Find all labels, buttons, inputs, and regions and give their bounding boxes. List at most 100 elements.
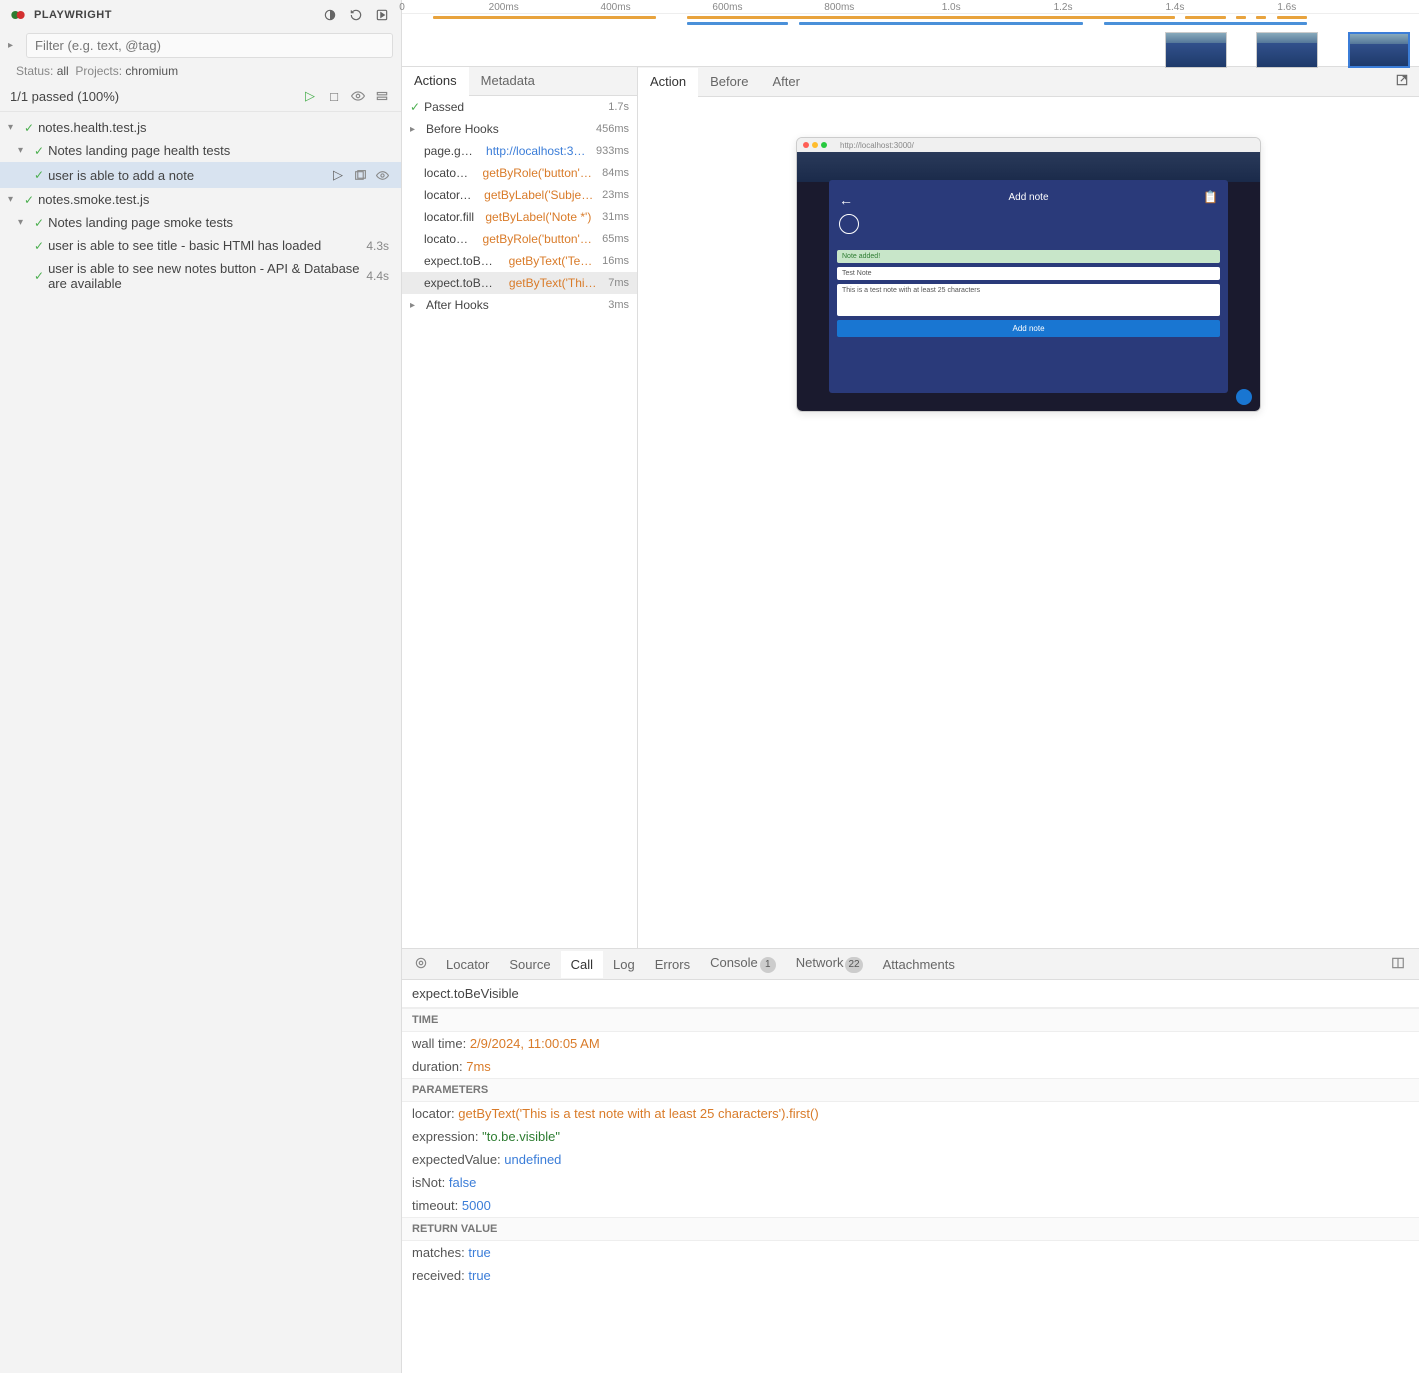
browser-url: http://localhost:3000/ <box>840 141 914 150</box>
summary-row: 1/1 passed (100%) ▷ □ <box>0 81 401 112</box>
action-hook[interactable]: ▸ After Hooks 3ms <box>402 294 637 316</box>
action-step[interactable]: locator.fill getByLabel('Subject') 23ms <box>402 184 637 206</box>
timeline-thumb-active[interactable] <box>1348 32 1410 68</box>
run-test-icon[interactable]: ▷ <box>329 166 347 184</box>
details-panel: Locator Source Call Log Errors Console1 … <box>402 948 1419 1373</box>
tab-source[interactable]: Source <box>499 951 560 978</box>
tab-network[interactable]: Network22 <box>786 949 873 979</box>
tree-suite[interactable]: ▾ ✓ Notes landing page smoke tests <box>0 211 401 234</box>
action-passed[interactable]: ✓ Passed 1.7s <box>402 96 637 118</box>
tab-action[interactable]: Action <box>638 68 698 97</box>
browser-mockup: http://localhost:3000/ ← Add note 📋 <box>796 137 1261 412</box>
section-return: RETURN VALUE <box>402 1217 1419 1241</box>
action-step-selected[interactable]: expect.toBeVisible getByText('This is a … <box>402 272 637 294</box>
action-step[interactable]: page.goto http://localhost:3000 933ms <box>402 140 637 162</box>
status-value[interactable]: all <box>57 64 69 78</box>
watch-icon[interactable] <box>349 87 367 105</box>
section-parameters: PARAMETERS <box>402 1078 1419 1102</box>
actions-panel: Actions Metadata ✓ Passed 1.7s ▸ Before … <box>402 67 638 948</box>
app-header <box>797 152 1260 182</box>
pick-locator-icon[interactable] <box>406 950 436 979</box>
timeline-thumb[interactable] <box>1256 32 1318 68</box>
pass-icon: ✓ <box>410 100 420 114</box>
status-label: Status: <box>16 64 53 78</box>
clipboard-icon: 📋 <box>1203 190 1218 204</box>
middle-area: Actions Metadata ✓ Passed 1.7s ▸ Before … <box>402 67 1419 948</box>
return-received: received: true <box>402 1264 1419 1287</box>
console-badge: 1 <box>760 957 776 973</box>
pass-icon: ✓ <box>34 269 44 283</box>
test-tree: ▾ ✓ notes.health.test.js ▾ ✓ Notes landi… <box>0 112 401 1373</box>
tree-file[interactable]: ▾ ✓ notes.health.test.js <box>0 116 401 139</box>
pass-icon: ✓ <box>24 121 34 135</box>
stop-icon[interactable]: □ <box>325 87 343 105</box>
suite-name: Notes landing page smoke tests <box>48 215 233 230</box>
test-name: user is able to see new notes button - A… <box>48 261 362 291</box>
tree-suite[interactable]: ▾ ✓ Notes landing page health tests <box>0 139 401 162</box>
pass-icon: ✓ <box>24 193 34 207</box>
param-expected: expectedValue: undefined <box>402 1148 1419 1171</box>
pass-icon: ✓ <box>34 168 44 182</box>
tab-metadata[interactable]: Metadata <box>469 67 547 95</box>
test-duration: 4.4s <box>366 269 393 283</box>
split-view-icon[interactable] <box>1381 950 1415 979</box>
show-trace-icon[interactable] <box>351 166 369 184</box>
run-last-icon[interactable] <box>373 6 391 24</box>
tree-test[interactable]: ✓ user is able to add a note ▷ <box>0 162 401 188</box>
preview-panel: Action Before After http://localhost:300… <box>638 67 1419 948</box>
tab-log[interactable]: Log <box>603 951 645 978</box>
pass-icon: ✓ <box>34 144 44 158</box>
success-banner: Note added! <box>837 250 1220 263</box>
action-hook[interactable]: ▸ Before Hooks 456ms <box>402 118 637 140</box>
add-note-button: Add note <box>837 320 1220 337</box>
timeline-ruler: 0 200ms 400ms 600ms 800ms 1.0s 1.2s 1.4s… <box>402 0 1419 14</box>
action-step[interactable]: locator.click getByRole('button', { nam…… <box>402 228 637 250</box>
watch-test-icon[interactable] <box>373 166 391 184</box>
chevron-right-icon: ▸ <box>410 124 422 135</box>
chevron-down-icon: ▾ <box>18 217 30 228</box>
duration-row: duration: 7ms <box>402 1055 1419 1078</box>
collapse-icon[interactable] <box>373 87 391 105</box>
action-list: ✓ Passed 1.7s ▸ Before Hooks 456ms page.… <box>402 96 637 948</box>
run-all-icon[interactable]: ▷ <box>301 87 319 105</box>
tab-errors[interactable]: Errors <box>645 951 700 978</box>
timeline-thumb[interactable] <box>1165 32 1227 68</box>
filter-expand-icon[interactable]: ▸ <box>8 40 20 51</box>
tab-before[interactable]: Before <box>698 68 760 95</box>
summary-text: 1/1 passed (100%) <box>10 89 301 104</box>
popout-icon[interactable] <box>1385 67 1419 96</box>
filter-input[interactable] <box>26 33 393 58</box>
fab-icon <box>1236 389 1252 405</box>
tree-test[interactable]: ✓ user is able to see new notes button -… <box>0 257 401 295</box>
tab-locator[interactable]: Locator <box>436 951 499 978</box>
section-time: TIME <box>402 1008 1419 1032</box>
suite-name: Notes landing page health tests <box>48 143 230 158</box>
tree-file[interactable]: ▾ ✓ notes.smoke.test.js <box>0 188 401 211</box>
reload-icon[interactable] <box>347 6 365 24</box>
preview-body: http://localhost:3000/ ← Add note 📋 <box>638 97 1419 948</box>
return-matches: matches: true <box>402 1241 1419 1264</box>
left-header: PLAYWRIGHT <box>0 0 401 30</box>
tab-call[interactable]: Call <box>561 951 603 978</box>
playwright-logo-icon <box>10 7 26 23</box>
projects-value[interactable]: chromium <box>125 64 178 78</box>
projects-label: Projects: <box>75 64 122 78</box>
tab-console[interactable]: Console1 <box>700 949 786 979</box>
action-step[interactable]: locator.fill getByLabel('Note *') 31ms <box>402 206 637 228</box>
tab-after[interactable]: After <box>760 68 811 95</box>
param-timeout: timeout: 5000 <box>402 1194 1419 1217</box>
details-tabbar: Locator Source Call Log Errors Console1 … <box>402 949 1419 980</box>
status-row: Status: all Projects: chromium <box>0 61 401 81</box>
tree-test[interactable]: ✓ user is able to see title - basic HTMl… <box>0 234 401 257</box>
test-list-panel: PLAYWRIGHT ▸ Status: all Projects: chrom… <box>0 0 402 1373</box>
action-step[interactable]: expect.toBeVisible getByText('Test Not… … <box>402 250 637 272</box>
traffic-green-icon <box>821 142 827 148</box>
theme-toggle-icon[interactable] <box>321 6 339 24</box>
timeline[interactable]: 0 200ms 400ms 600ms 800ms 1.0s 1.2s 1.4s… <box>402 0 1419 67</box>
network-badge: 22 <box>845 957 862 973</box>
tab-attachments[interactable]: Attachments <box>873 951 965 978</box>
modal-title: Add note <box>829 192 1228 203</box>
trace-panel: 0 200ms 400ms 600ms 800ms 1.0s 1.2s 1.4s… <box>402 0 1419 1373</box>
tab-actions[interactable]: Actions <box>402 67 469 96</box>
action-step[interactable]: locator.click getByRole('button', { nam…… <box>402 162 637 184</box>
